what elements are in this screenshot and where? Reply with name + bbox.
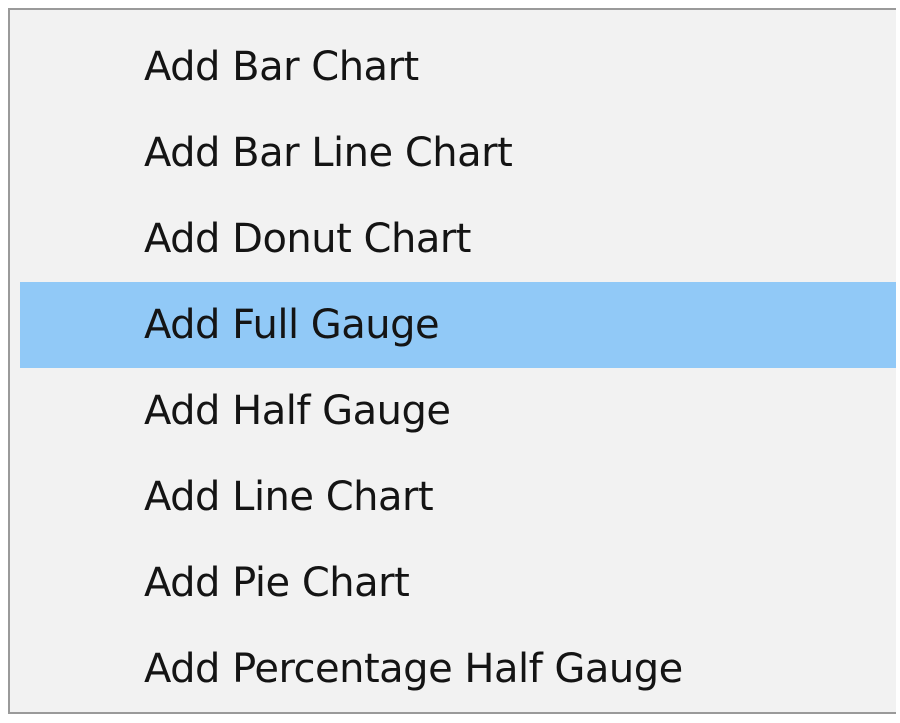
menu-item-add-bar-chart[interactable]: Add Bar Chart — [10, 24, 896, 110]
menu-item-add-percentage-half-gauge[interactable]: Add Percentage Half Gauge — [10, 626, 896, 712]
menu-item-add-donut-chart[interactable]: Add Donut Chart — [10, 196, 896, 282]
menu-item-label: Add Bar Chart — [144, 44, 419, 90]
menu-item-add-pie-chart[interactable]: Add Pie Chart — [10, 540, 896, 626]
menu-item-label: Add Bar Line Chart — [144, 130, 513, 176]
menu-item-label: Add Pie Chart — [144, 560, 410, 606]
context-menu-list: Add Bar Chart Add Bar Line Chart Add Don… — [10, 24, 896, 712]
menu-item-add-full-gauge[interactable]: Add Full Gauge — [20, 282, 896, 368]
context-menu: Add Bar Chart Add Bar Line Chart Add Don… — [8, 8, 896, 714]
menu-item-add-bar-line-chart[interactable]: Add Bar Line Chart — [10, 110, 896, 196]
menu-item-label: Add Percentage Half Gauge — [144, 646, 683, 692]
menu-item-label: Add Donut Chart — [144, 216, 471, 262]
menu-item-label: Add Line Chart — [144, 474, 434, 520]
menu-item-label: Add Full Gauge — [144, 302, 440, 348]
menu-item-add-line-chart[interactable]: Add Line Chart — [10, 454, 896, 540]
menu-item-label: Add Half Gauge — [144, 388, 451, 434]
menu-item-add-half-gauge[interactable]: Add Half Gauge — [10, 368, 896, 454]
